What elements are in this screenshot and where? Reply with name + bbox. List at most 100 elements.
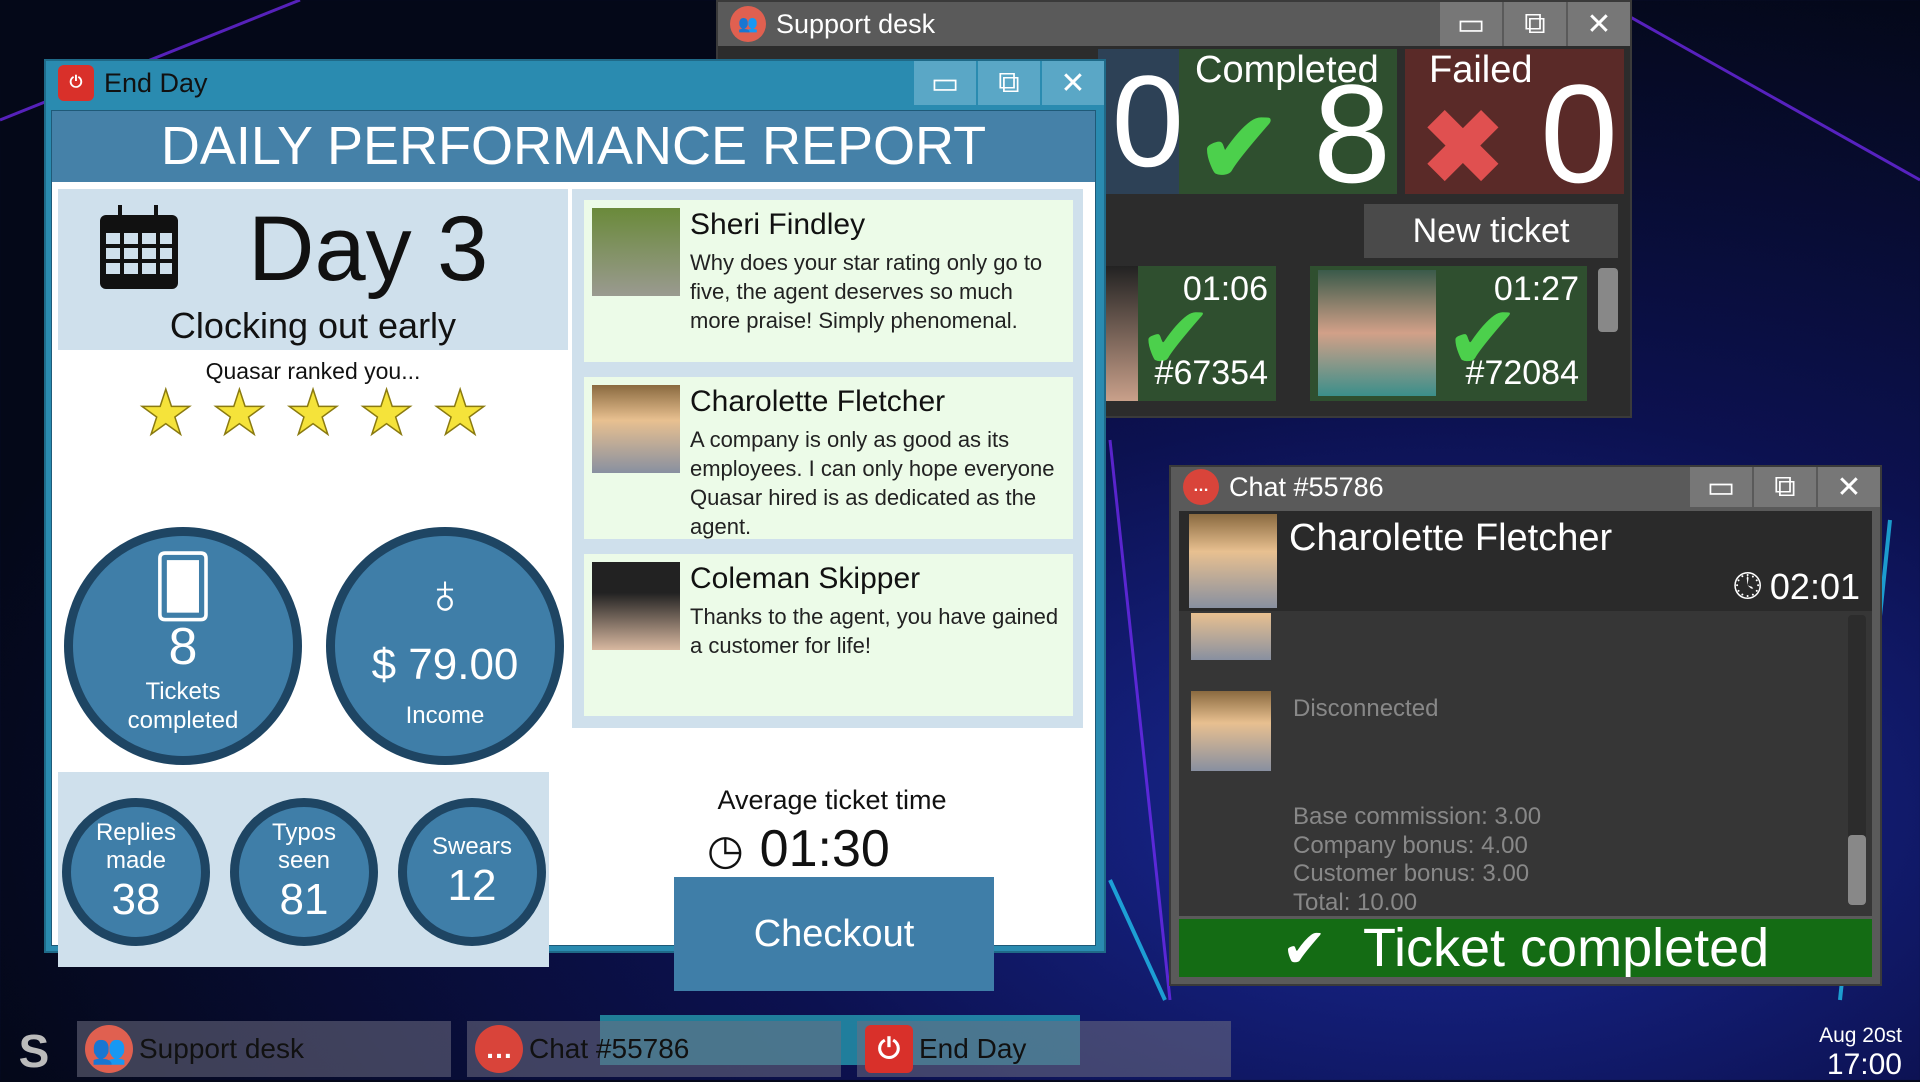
ticket-time: 01:27 (1493, 270, 1579, 308)
ticket-id: #67354 (1154, 354, 1268, 392)
support-people-icon: 👥 (730, 6, 766, 42)
power-icon: ⏻ (58, 65, 94, 101)
close-button[interactable]: ✕ (1042, 61, 1104, 105)
window-title: Support desk (776, 8, 936, 39)
chat-messages: Disconnected Base commission: 3.00 Compan… (1179, 611, 1872, 916)
income-label: Income (405, 702, 485, 729)
review-card: Charolette Fletcher A company is only as … (584, 377, 1073, 539)
failed-label: Failed (1429, 49, 1533, 91)
stat-label: Swears (431, 833, 513, 860)
taskbar-label: Support desk (139, 1033, 304, 1064)
clock: Aug 20st 17:00 (1819, 1024, 1902, 1082)
taskbar-label: Chat #55786 (529, 1033, 690, 1064)
star-icon: ★ (358, 379, 415, 448)
ticket-card[interactable]: ✔ 01:06 #67354 (1098, 266, 1276, 401)
close-button[interactable]: ✕ (1568, 2, 1630, 46)
taskbar-item-support-desk[interactable]: 👥 Support desk (77, 1021, 451, 1077)
completed-tile: Completed ✔ 8 (1179, 49, 1397, 209)
minimize-button[interactable]: ▭ (914, 61, 976, 105)
commission-summary: Base commission: 3.00 Company bonus: 4.00… (1293, 803, 1541, 917)
support-desk-titlebar[interactable]: 👥 Support desk ▭ ⧉ ✕ (718, 2, 1630, 46)
reviewer-name: Charolette Fletcher (690, 385, 946, 418)
completed-count: 8 (1313, 55, 1391, 212)
checkout-button[interactable]: Checkout (674, 877, 994, 991)
ticket-card[interactable]: ✔ 01:27 #72084 (1310, 266, 1587, 401)
star-icon: ★ (284, 379, 341, 448)
review-card: Sheri Findley Why does your star rating o… (584, 200, 1073, 362)
close-button[interactable]: ✕ (1818, 467, 1880, 507)
check-icon: ✔ (1197, 92, 1281, 204)
taskbar-item-end-day[interactable]: ⏻ End Day (857, 1021, 1231, 1077)
chat-window: … Chat #55786 ▭ ⧉ ✕ Charolette Fletcher … (1169, 465, 1882, 986)
customer-name: Charolette Fletcher (1289, 517, 1613, 559)
stat-value: 38 (111, 875, 161, 924)
ticket-time: 01:06 (1182, 270, 1268, 308)
ticket-id: #72084 (1465, 354, 1579, 392)
avg-ticket-time: 01:30 (759, 820, 890, 878)
summary-line: Base commission: 3.00 (1293, 803, 1542, 830)
review-text: Why does your star rating only go to fiv… (690, 250, 1043, 333)
reviewer-avatar (592, 385, 680, 473)
clock-icon: ◷ (707, 825, 744, 873)
customer-avatar (1191, 691, 1271, 771)
os-logo-icon[interactable]: S (10, 1024, 58, 1077)
check-icon: ✔ (1281, 918, 1328, 979)
stat-label: Typos seen (271, 819, 337, 874)
star-icon: ★ (137, 379, 194, 448)
date: Aug 20st (1819, 1024, 1902, 1047)
summary-line: Company bonus: 4.00 (1293, 831, 1528, 859)
popout-button[interactable]: ⧉ (978, 61, 1040, 105)
stat-circle: Replies made 38 (62, 798, 210, 946)
support-people-icon: 👥 (85, 1025, 133, 1073)
review-text: A company is only as good as its employe… (690, 427, 1055, 539)
new-ticket-button[interactable]: New ticket (1364, 204, 1618, 258)
ticket-completed-banner: ✔ Ticket completed (1179, 918, 1872, 979)
star-rating: ★ ★ ★ ★ ★ (58, 379, 568, 448)
reviews-panel: Sheri Findley Why does your star rating o… (572, 189, 1083, 728)
window-title: Chat #55786 (1229, 471, 1384, 502)
minimize-button[interactable]: ▭ (1440, 2, 1502, 46)
customer-avatar (1189, 514, 1277, 608)
end-day-titlebar[interactable]: ⏻ End Day ▭ ⧉ ✕ (46, 61, 1104, 105)
cards-icon: 🂠 (152, 553, 214, 620)
reviewer-name: Sheri Findley (690, 208, 866, 241)
scrollbar[interactable] (1848, 615, 1866, 905)
avg-ticket-label: Average ticket time (717, 785, 947, 815)
popout-button[interactable]: ⧉ (1754, 467, 1816, 507)
scrollbar-thumb[interactable] (1848, 835, 1866, 905)
chat-message: Disconnected (1293, 695, 1439, 722)
popout-button[interactable]: ⧉ (1504, 2, 1566, 46)
chat-bubble-icon: … (475, 1025, 523, 1073)
summary-line: Total: 10.00 (1293, 888, 1418, 916)
ongoing-count: 0 (1098, 49, 1184, 194)
reviewer-avatar (592, 562, 680, 650)
tickets-label: Tickets completed (127, 678, 239, 734)
day-subtitle: Clocking out early (169, 305, 457, 346)
minimize-button[interactable]: ▭ (1690, 467, 1752, 507)
taskbar-item-chat[interactable]: … Chat #55786 (467, 1021, 841, 1077)
failed-count: 0 (1540, 55, 1618, 212)
time: 17:00 (1826, 1048, 1902, 1081)
reviewer-name: Coleman Skipper (690, 562, 921, 595)
chat-bubble-icon: … (1183, 469, 1219, 505)
review-card: Coleman Skipper Thanks to the agent, you … (584, 554, 1073, 716)
stat-value: 81 (279, 875, 329, 924)
clock-icon: 🕓︎ (1733, 565, 1762, 606)
income-stat: ♁ $ 79.00 Income (326, 527, 564, 765)
stat-label: Replies made (95, 819, 177, 874)
tickets-value: 8 (168, 618, 198, 676)
stats-panel: Replies made 38 Typos seen 81 Swears 12 (58, 772, 549, 967)
star-icon: ★ (432, 379, 489, 448)
window-title: End Day (104, 67, 208, 98)
chat-timer: 02:01 (1769, 565, 1860, 607)
chat-titlebar[interactable]: … Chat #55786 ▭ ⧉ ✕ (1171, 467, 1880, 507)
calendar-icon (100, 205, 178, 289)
day-panel: Day 3 Clocking out early (58, 189, 568, 350)
star-icon: ★ (211, 379, 268, 448)
taskbar-label: End Day (919, 1033, 1027, 1064)
money-bag-icon: ♁ (424, 562, 466, 625)
summary-line: Customer bonus: 3.00 (1293, 860, 1530, 887)
scrollbar-thumb[interactable] (1598, 268, 1618, 332)
status-text: Ticket completed (1363, 918, 1770, 978)
report-title: DAILY PERFORMANCE REPORT (52, 111, 1095, 182)
